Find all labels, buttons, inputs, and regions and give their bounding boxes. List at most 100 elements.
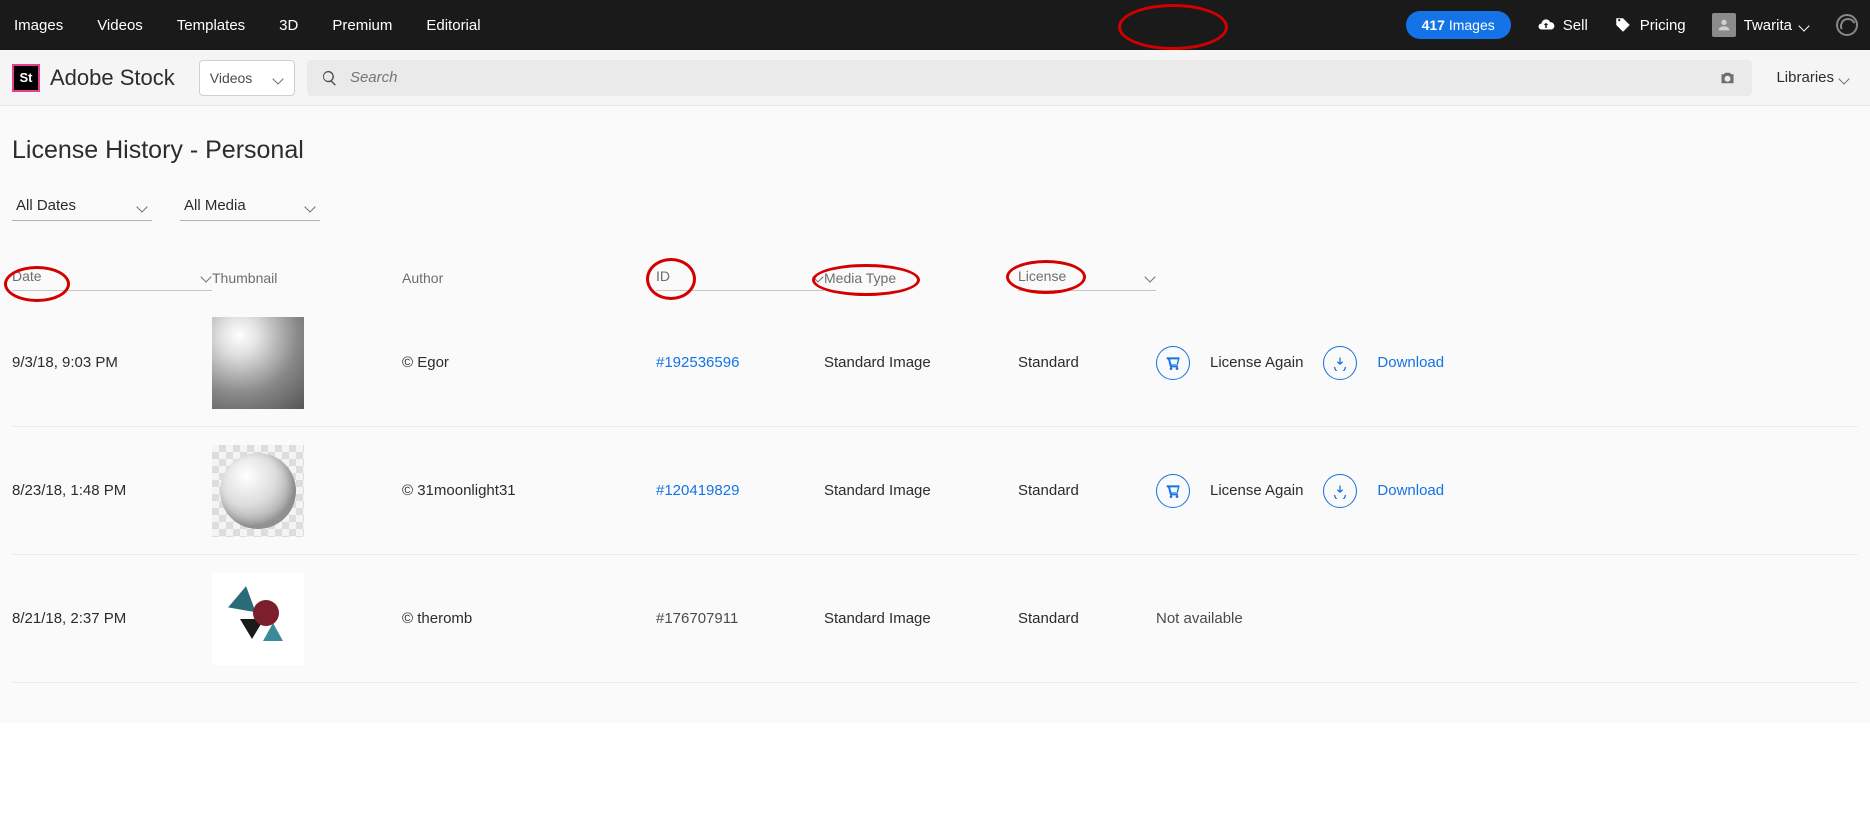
cell-thumbnail [212, 317, 402, 409]
chevron-down-icon [306, 201, 316, 211]
avatar [1712, 13, 1736, 37]
search-category-dropdown[interactable]: Videos [199, 60, 295, 96]
thumbnail[interactable] [212, 317, 304, 409]
cell-id: #192536596 [656, 354, 824, 371]
page-root: { "topnav": { "items": ["Images", "Video… [0, 0, 1870, 723]
cell-media-type: Standard Image [824, 354, 1018, 371]
tag-icon [1614, 16, 1632, 34]
chevron-down-icon [1146, 271, 1156, 281]
images-count: 417 [1422, 17, 1445, 33]
download-button[interactable] [1323, 346, 1357, 380]
col-thumbnail-label: Thumbnail [212, 270, 277, 286]
table-header: Date Thumbnail Author ID Media Type Lice… [12, 257, 1858, 299]
col-id-label: ID [656, 268, 670, 284]
cell-date: 8/23/18, 1:48 PM [12, 482, 212, 499]
person-icon [1716, 17, 1732, 33]
not-available-label: Not available [1156, 610, 1243, 627]
cell-actions: Not available [1156, 610, 1858, 627]
chevron-down-icon [138, 201, 148, 211]
cell-id: #176707911 [656, 610, 824, 627]
download-label[interactable]: Download [1377, 354, 1444, 371]
search-input[interactable] [350, 69, 1705, 86]
chevron-down-icon [1840, 73, 1850, 83]
nav-videos[interactable]: Videos [97, 17, 143, 34]
nav-editorial[interactable]: Editorial [426, 17, 480, 34]
libraries-dropdown[interactable]: Libraries [1776, 69, 1858, 86]
brand-logo[interactable]: St Adobe Stock [12, 64, 175, 92]
license-again-label: License Again [1210, 354, 1303, 371]
license-again-button[interactable] [1156, 346, 1190, 380]
filter-dates-value: All Dates [16, 197, 76, 214]
sell-link[interactable]: Sell [1537, 16, 1588, 34]
col-date[interactable]: Date [12, 265, 212, 291]
table-row: 8/23/18, 1:48 PM © 31moonlight31#12041982… [12, 427, 1858, 555]
thumbnail[interactable] [212, 573, 304, 665]
cart-icon [1165, 483, 1181, 499]
col-thumbnail: Thumbnail [212, 270, 402, 286]
cell-media-type: Standard Image [824, 610, 1018, 627]
pricing-label: Pricing [1640, 17, 1686, 34]
cell-author: © Egor [402, 354, 656, 371]
camera-icon[interactable] [1717, 69, 1738, 87]
brand-name: Adobe Stock [50, 65, 175, 91]
nav-left: Images Videos Templates 3D Premium Edito… [12, 17, 481, 34]
table-row: 8/21/18, 2:37 PM © theromb#176707911 Stand… [12, 555, 1858, 683]
chevron-down-icon [202, 271, 212, 281]
cell-date: 8/21/18, 2:37 PM [12, 610, 212, 627]
cell-date: 9/3/18, 9:03 PM [12, 354, 212, 371]
nav-images[interactable]: Images [14, 17, 63, 34]
pricing-link[interactable]: Pricing [1614, 16, 1686, 34]
col-author-label: Author [402, 270, 443, 286]
nav-3d[interactable]: 3D [279, 17, 298, 34]
cell-author: © theromb [402, 610, 656, 627]
filter-media-value: All Media [184, 197, 246, 214]
sell-label: Sell [1563, 17, 1588, 34]
cell-actions: License Again Download [1156, 346, 1858, 380]
asset-id: #176707911 [656, 610, 738, 627]
cell-id: #120419829 [656, 482, 824, 499]
filter-media[interactable]: All Media [180, 191, 320, 221]
col-author: Author [402, 270, 656, 286]
cell-thumbnail [212, 573, 402, 665]
download-label[interactable]: Download [1377, 482, 1444, 499]
cell-license: Standard [1018, 610, 1156, 627]
st-badge: St [12, 64, 40, 92]
nav-right: 417 Images Sell Pricing Twarita [1406, 11, 1858, 39]
table-body: 9/3/18, 9:03 PM © Egor#192536596 Standard … [12, 299, 1858, 683]
download-icon [1332, 483, 1348, 499]
filter-dates[interactable]: All Dates [12, 191, 152, 221]
chevron-down-icon [274, 73, 284, 83]
nav-templates[interactable]: Templates [177, 17, 245, 34]
nav-premium[interactable]: Premium [332, 17, 392, 34]
col-id[interactable]: ID [656, 265, 824, 291]
user-name: Twarita [1744, 17, 1792, 34]
asset-id[interactable]: #120419829 [656, 482, 739, 499]
col-media-type: Media Type [824, 270, 1018, 286]
license-again-label: License Again [1210, 482, 1303, 499]
images-label: Images [1449, 17, 1495, 33]
filters: All Dates All Media [12, 191, 1858, 221]
cart-icon [1165, 355, 1181, 371]
cell-media-type: Standard Image [824, 482, 1018, 499]
images-credit-button[interactable]: 417 Images [1406, 11, 1511, 39]
thumbnail[interactable] [212, 445, 304, 537]
search-category-value: Videos [210, 70, 253, 86]
download-button[interactable] [1323, 474, 1357, 508]
creative-cloud-icon[interactable] [1836, 14, 1858, 36]
cell-license: Standard [1018, 482, 1156, 499]
cell-license: Standard [1018, 354, 1156, 371]
asset-id[interactable]: #192536596 [656, 354, 739, 371]
table-row: 9/3/18, 9:03 PM © Egor#192536596 Standard … [12, 299, 1858, 427]
search-bar: St Adobe Stock Videos Libraries [0, 50, 1870, 106]
chevron-down-icon [814, 271, 824, 281]
cell-author: © 31moonlight31 [402, 482, 656, 499]
cell-thumbnail [212, 445, 402, 537]
user-menu[interactable]: Twarita [1712, 13, 1810, 37]
license-again-button[interactable] [1156, 474, 1190, 508]
search-icon [321, 69, 338, 87]
page-title: License History - Personal [12, 136, 1858, 165]
cloud-upload-icon [1537, 16, 1555, 34]
col-date-label: Date [12, 268, 42, 284]
col-media-label: Media Type [824, 270, 896, 286]
col-license[interactable]: License [1018, 265, 1156, 291]
